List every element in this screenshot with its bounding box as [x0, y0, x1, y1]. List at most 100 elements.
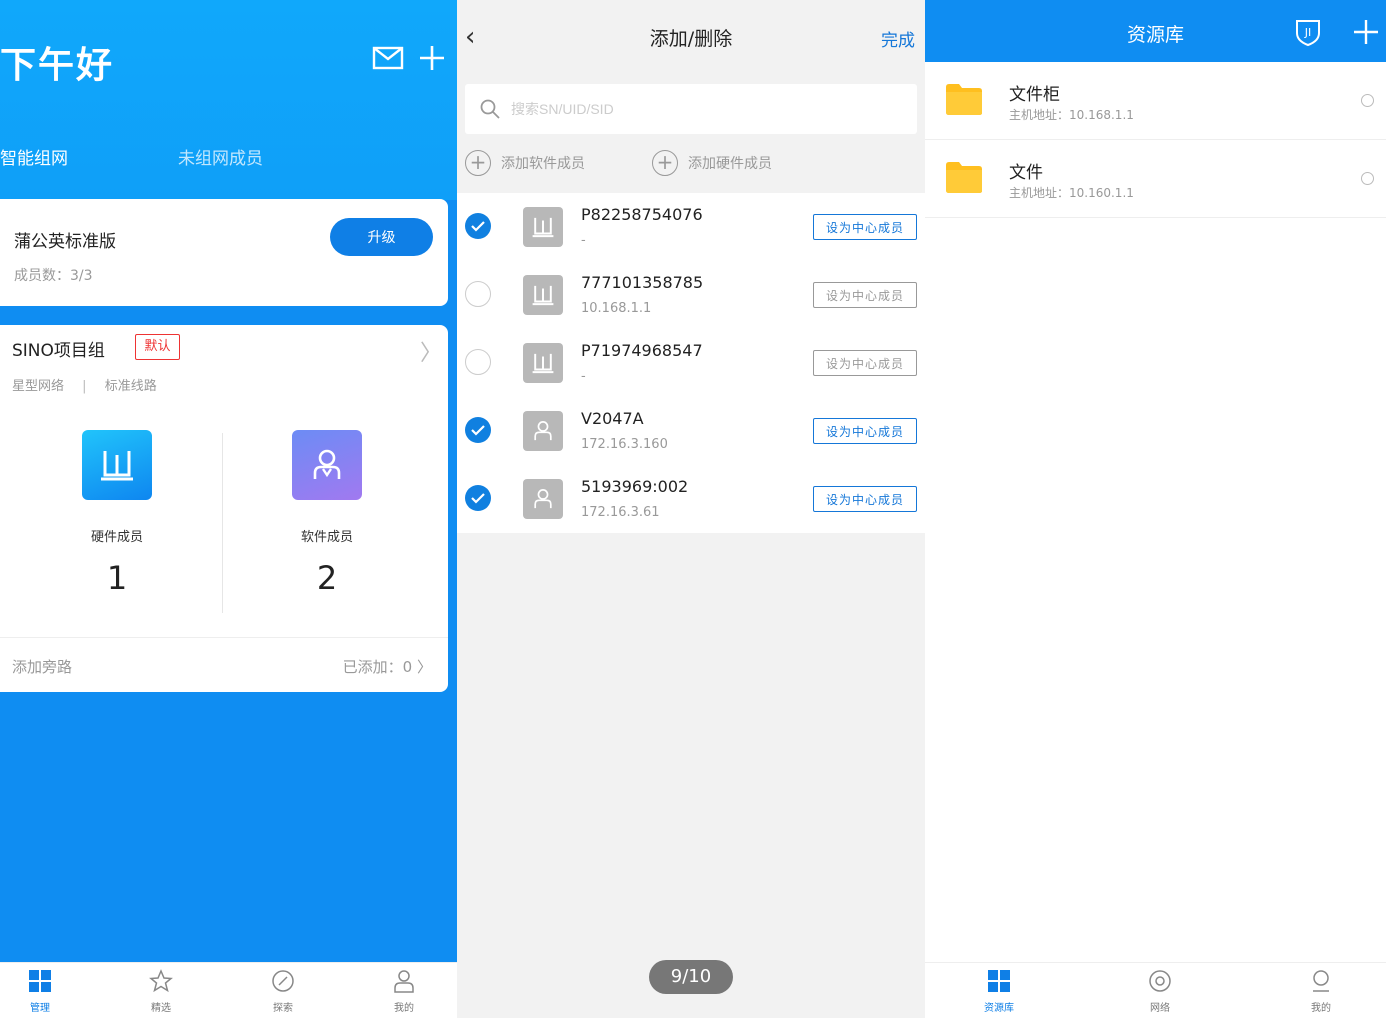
set-center-member-button[interactable]: 设为中心成员	[813, 486, 917, 512]
tabbar-manage[interactable]: 管理	[0, 969, 80, 1014]
device-row[interactable]: V2047A 172.16.3.160 设为中心成员	[457, 397, 925, 465]
router-icon	[523, 343, 563, 383]
grid-icon	[988, 970, 1010, 992]
device-row[interactable]: 777101358785 10.168.1.1 设为中心成员	[457, 261, 925, 329]
software-stat[interactable]: 软件成员 2	[227, 430, 427, 597]
unchecked-circle-icon[interactable]	[465, 349, 491, 375]
greeting-text: 下午好	[0, 44, 115, 86]
resource-address: 主机地址：10.168.1.1	[1009, 108, 1134, 122]
tabbar-featured[interactable]: 精选	[121, 969, 201, 1014]
compass-icon	[272, 970, 294, 992]
add-icon[interactable]	[1351, 17, 1381, 47]
page-indicator: 9/10	[649, 960, 733, 994]
device-name: P71974968547	[581, 341, 703, 360]
tabbar-explore[interactable]: 探索	[243, 969, 323, 1014]
user-icon	[523, 479, 563, 519]
group-subtitle: 星型网络 | 标准线路	[12, 375, 157, 394]
radio-icon[interactable]	[1361, 94, 1374, 107]
device-list: P82258754076 - 设为中心成员 777101358785 10.168.1.…	[457, 193, 925, 533]
grid-icon	[29, 970, 51, 992]
manage-panel: 下午好 智能组网 未组网成员 蒲公英标准版 成员数：3/3 升级 SINO项目组…	[0, 0, 457, 1018]
set-center-member-button[interactable]: 设为中心成员	[813, 350, 917, 376]
plan-card: 蒲公英标准版 成员数：3/3 升级	[0, 199, 448, 306]
tabbar-mine[interactable]: 我的	[1281, 969, 1361, 1014]
tabbar-label: 资源库	[984, 1003, 1014, 1014]
svg-text:JI: JI	[1304, 26, 1312, 39]
library-panel: 资源库 JI 文件柜 主机地址：10.168.1.1 文件 主机地址：10.160.1…	[925, 0, 1386, 1018]
device-name: 777101358785	[581, 273, 704, 292]
resource-name: 文件柜	[1009, 85, 1060, 105]
bypass-count: 已添加：0 〉	[342, 658, 432, 676]
stat-divider	[222, 433, 223, 613]
edit-members-panel: ‹ 添加/删除 完成 + 添加软件成员 + 添加硬件成员 P8225875407…	[457, 0, 925, 1018]
network-type: 星型网络	[12, 379, 65, 394]
search-box[interactable]	[465, 84, 917, 134]
done-button[interactable]: 完成	[881, 26, 915, 51]
add-actions: + 添加软件成员 + 添加硬件成员	[457, 148, 925, 180]
router-icon	[523, 207, 563, 247]
tabbar-label: 精选	[151, 1003, 171, 1014]
person-icon	[394, 970, 414, 993]
set-center-member-button[interactable]: 设为中心成员	[813, 282, 917, 308]
plus-circle-icon: +	[652, 150, 678, 176]
software-label: 软件成员	[300, 530, 353, 545]
add-hardware-label: 添加硬件成员	[688, 156, 772, 172]
library-header: 资源库 JI	[925, 0, 1386, 62]
bypass-label: 添加旁路	[12, 658, 73, 676]
user-icon	[523, 411, 563, 451]
device-row[interactable]: P71974968547 - 设为中心成员	[457, 329, 925, 397]
device-name: 5193969:002	[581, 477, 689, 496]
tabbar-label: 网络	[1150, 1003, 1170, 1014]
tabbar-label: 管理	[30, 1003, 50, 1014]
tabbar-library[interactable]: 资源库	[959, 969, 1039, 1014]
search-icon	[480, 99, 500, 119]
set-center-member-button[interactable]: 设为中心成员	[813, 418, 917, 444]
add-hardware-button[interactable]: + 添加硬件成员	[652, 150, 772, 176]
checked-circle-icon[interactable]	[465, 485, 491, 511]
member-count-label: 成员数：	[14, 268, 70, 284]
manage-header: 下午好 智能组网 未组网成员	[0, 0, 457, 200]
search-input[interactable]	[511, 94, 901, 124]
shield-badge-icon[interactable]: JI	[1293, 17, 1323, 47]
resource-row[interactable]: 文件柜主机地址：10.168.1.1	[925, 62, 1386, 140]
group-card[interactable]: SINO项目组 默认 〉 星型网络 | 标准线路 硬件成员 1 软件成员 2 添…	[0, 325, 448, 692]
edit-header: ‹ 添加/删除 完成	[457, 6, 925, 66]
checked-circle-icon[interactable]	[465, 417, 491, 443]
chevron-right-icon[interactable]: 〉	[420, 335, 442, 367]
checked-circle-icon[interactable]	[465, 213, 491, 239]
hardware-stat[interactable]: 硬件成员 1	[17, 430, 217, 597]
upgrade-button[interactable]: 升级	[330, 218, 433, 256]
star-icon	[149, 969, 173, 993]
add-software-button[interactable]: + 添加软件成员	[465, 150, 585, 176]
device-row[interactable]: 5193969:002 172.16.3.61 设为中心成员	[457, 465, 925, 533]
device-row[interactable]: P82258754076 - 设为中心成员	[457, 193, 925, 261]
unchecked-circle-icon[interactable]	[465, 281, 491, 307]
hardware-label: 硬件成员	[90, 530, 143, 545]
software-count: 2	[316, 559, 338, 597]
member-count-value: 3/3	[70, 268, 93, 284]
tabbar-label: 探索	[273, 1003, 293, 1014]
plus-circle-icon: +	[465, 150, 491, 176]
device-address: 172.16.3.61	[581, 505, 660, 520]
mail-icon[interactable]	[370, 40, 406, 76]
folder-icon	[945, 82, 983, 116]
tabbar-mine[interactable]: 我的	[364, 969, 444, 1014]
set-center-member-button[interactable]: 设为中心成员	[813, 214, 917, 240]
plan-title: 蒲公英标准版	[14, 232, 116, 252]
radio-icon[interactable]	[1361, 172, 1374, 185]
hardware-count: 1	[106, 559, 128, 597]
line-type: 标准线路	[104, 379, 157, 394]
tab-unnetworked-members[interactable]: 未组网成员	[178, 144, 263, 169]
resource-row[interactable]: 文件 主机地址：10.160.1.1	[925, 140, 1386, 218]
device-name: P82258754076	[581, 205, 703, 224]
default-badge: 默认	[135, 334, 180, 360]
add-icon[interactable]	[414, 40, 450, 76]
device-name: V2047A	[581, 409, 644, 428]
bottom-tabbar: 管理 精选 探索 我的	[0, 962, 457, 1018]
tabbar-network[interactable]: 网络	[1120, 969, 1200, 1014]
tab-smart-network[interactable]: 智能组网	[0, 144, 68, 169]
tabbar-label: 我的	[394, 1003, 414, 1014]
tabbar-label: 我的	[1311, 1003, 1331, 1014]
add-bypass-row[interactable]: 添加旁路 已添加：0 〉	[0, 637, 448, 692]
person-icon	[1313, 970, 1329, 992]
